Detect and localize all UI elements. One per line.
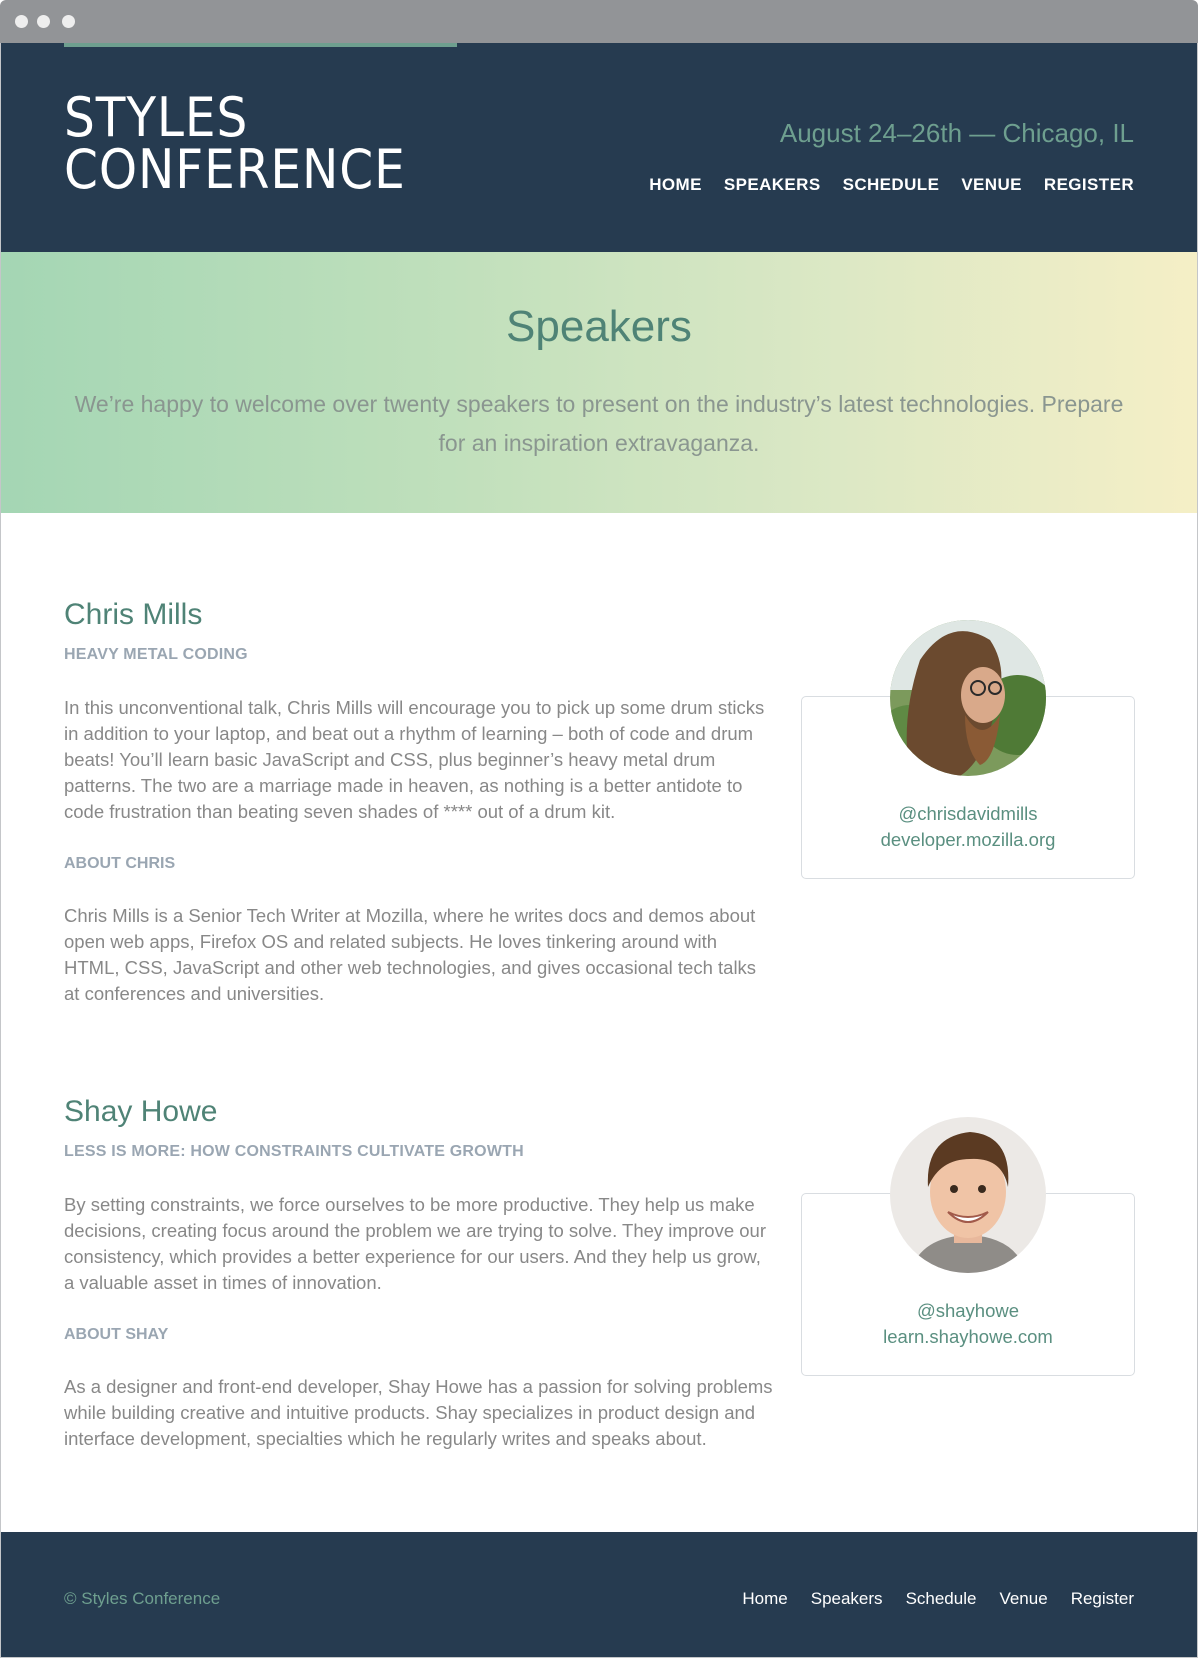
window-maximize-dot[interactable] bbox=[62, 15, 75, 28]
avatar bbox=[890, 1117, 1046, 1273]
talk-description: By setting constraints, we force ourselv… bbox=[64, 1194, 766, 1293]
website-link[interactable]: learn.shayhowe.com bbox=[802, 1326, 1134, 1348]
footer-nav-venue[interactable]: Venue bbox=[999, 1589, 1047, 1609]
page-title: Speakers bbox=[506, 302, 692, 351]
nav-speakers[interactable]: SPEAKERS bbox=[724, 175, 821, 195]
avatar-shay-howe-photo bbox=[890, 1117, 1046, 1273]
website-link[interactable]: developer.mozilla.org bbox=[802, 829, 1134, 851]
hero-subtitle: We’re happy to welcome over twenty speak… bbox=[74, 391, 1124, 456]
event-dates: August 24–26th — Chicago, IL bbox=[779, 118, 1134, 148]
speaker-bio: As a designer and front-end developer, S… bbox=[64, 1376, 773, 1449]
footer-nav-register[interactable]: Register bbox=[1071, 1589, 1134, 1609]
browser-titlebar bbox=[0, 0, 1198, 43]
footer-nav-schedule[interactable]: Schedule bbox=[906, 1589, 977, 1609]
copyright-text: © Styles Conference bbox=[64, 1589, 221, 1608]
speaker-bio: Chris Mills is a Senior Tech Writer at M… bbox=[64, 905, 757, 1004]
logo-line-2: CONFERENCE bbox=[64, 138, 406, 201]
nav-register[interactable]: REGISTER bbox=[1044, 175, 1134, 195]
footer-nav: Home Speakers Schedule Venue Register bbox=[742, 1589, 1134, 1609]
avatar-chris-mills-photo bbox=[890, 620, 1046, 776]
avatar bbox=[890, 620, 1046, 776]
site-logo[interactable]: STYLES CONFERENCE bbox=[64, 86, 406, 201]
header-accent-bar bbox=[64, 43, 457, 47]
window-close-dot[interactable] bbox=[15, 15, 28, 28]
nav-schedule[interactable]: SCHEDULE bbox=[843, 175, 940, 195]
nav-venue[interactable]: VENUE bbox=[961, 175, 1022, 195]
hero-banner: Speakers We’re happy to welcome over twe… bbox=[1, 252, 1197, 513]
talk-description: In this unconventional talk, Chris Mills… bbox=[64, 697, 765, 822]
logo-line-1: STYLES bbox=[64, 86, 249, 149]
twitter-handle-link[interactable]: @chrisdavidmills bbox=[802, 803, 1134, 825]
twitter-handle-link[interactable]: @shayhowe bbox=[802, 1300, 1134, 1322]
footer-nav-speakers[interactable]: Speakers bbox=[811, 1589, 883, 1609]
footer-nav-home[interactable]: Home bbox=[742, 1589, 787, 1609]
nav-home[interactable]: HOME bbox=[649, 175, 702, 195]
window-minimize-dot[interactable] bbox=[37, 15, 50, 28]
primary-nav: HOME SPEAKERS SCHEDULE VENUE REGISTER bbox=[649, 175, 1134, 195]
